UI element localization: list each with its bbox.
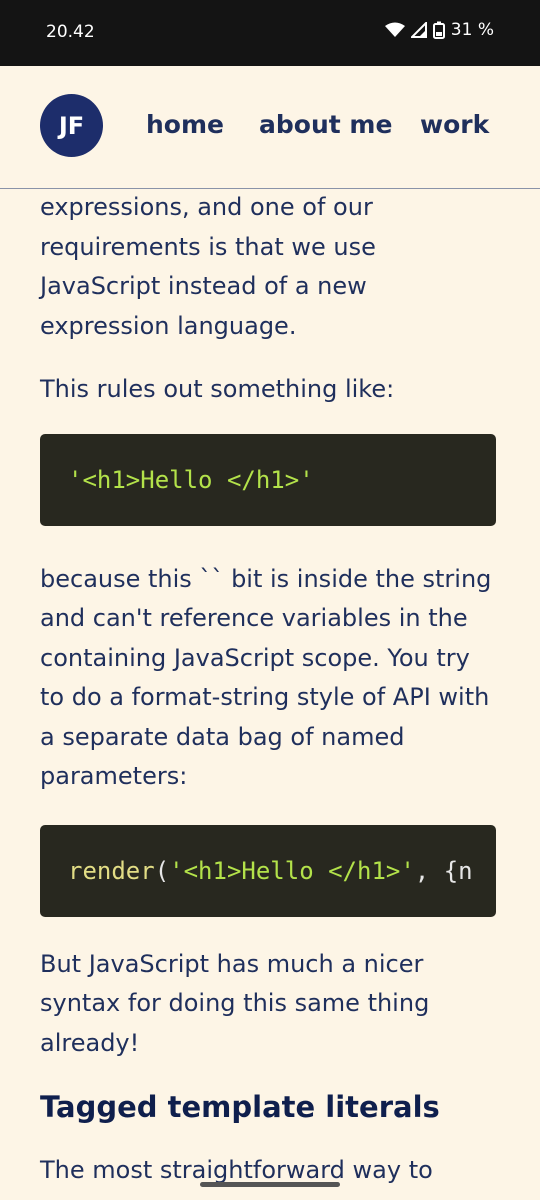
battery-icon (432, 21, 445, 39)
status-icons: 31 % (384, 20, 494, 40)
article-content: expressions, and one of our requirements… (40, 188, 500, 1200)
code-string: '<h1>Hello </h1>' (169, 856, 415, 885)
avatar[interactable]: JF (40, 94, 103, 157)
nav-home-link[interactable]: home (146, 110, 224, 139)
signal-icon (410, 22, 427, 38)
paragraph: This rules out something like: (40, 375, 395, 403)
code-block: render('<h1>Hello </h1>', {n (40, 824, 496, 917)
code-function: render (68, 856, 155, 885)
paragraph: But JavaScript has much a nicer syntax f… (40, 949, 430, 1057)
section-heading: Tagged template literals (40, 1090, 440, 1124)
status-bar: 20.42 31 % (0, 0, 540, 66)
wifi-icon (384, 22, 405, 37)
home-indicator[interactable] (200, 1182, 340, 1187)
nav-about-link[interactable]: about me (259, 110, 392, 139)
site-header: JF home about me work (0, 66, 540, 189)
paragraph: expressions, and one of our requirements… (40, 193, 376, 340)
code-paren: ( (154, 856, 170, 885)
status-time: 20.42 (46, 22, 95, 42)
paragraph: because this `` bit is inside the string… (40, 564, 492, 791)
nav-work-link[interactable]: work (420, 110, 489, 139)
battery-percent: 31 % (450, 20, 494, 40)
code-block: '<h1>Hello </h1>' (40, 433, 496, 526)
code-string: '<h1>Hello </h1>' (68, 465, 314, 494)
code-rest: , {n (414, 856, 473, 885)
